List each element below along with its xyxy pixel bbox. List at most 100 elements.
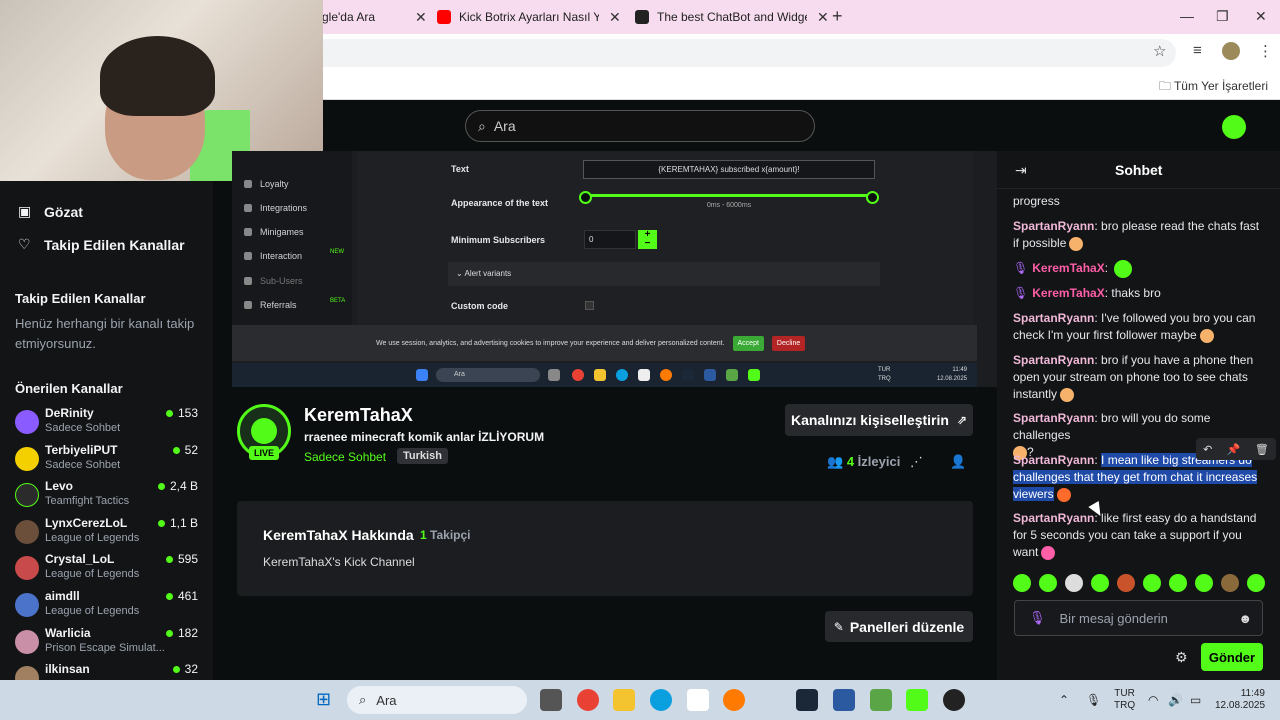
undo-icon[interactable]: ↶ xyxy=(1203,443,1212,456)
tab-label: gle'da Ara xyxy=(322,10,375,24)
chevron-up-icon[interactable]: ⌃ xyxy=(1059,693,1069,707)
emote-icon[interactable] xyxy=(1065,574,1083,592)
pin-icon[interactable]: 📌 xyxy=(1227,443,1241,456)
clock-time: 11:49 xyxy=(1240,688,1265,699)
channel-category: Sadece Sohbet xyxy=(45,459,121,471)
close-icon[interactable]: ✕ xyxy=(415,9,427,26)
emote-icon[interactable] xyxy=(1247,574,1265,592)
profile-avatar[interactable] xyxy=(1222,42,1240,60)
customize-label: Kanalınızı kişiselleştirin xyxy=(790,412,949,428)
edge-icon xyxy=(616,369,628,381)
address-bar[interactable] xyxy=(300,39,1176,67)
recommended-channel[interactable]: Levo Teamfight Tactics 2,4 B xyxy=(15,479,200,515)
file-explorer-icon[interactable] xyxy=(613,689,635,711)
chat-message: progress xyxy=(1013,193,1263,210)
notepad-icon[interactable] xyxy=(687,689,709,711)
new-tab-button[interactable]: + xyxy=(832,6,843,27)
volume-icon[interactable]: 🔊 xyxy=(1168,693,1183,707)
video-alert-variants: ⌄ Alert variants xyxy=(448,262,880,286)
mic-icon: 🎙 xyxy=(1013,286,1029,300)
pencil-icon: ✎ xyxy=(833,619,844,634)
channel-viewers: 32 xyxy=(173,662,198,676)
app-icon[interactable] xyxy=(833,689,855,711)
minecraft-icon[interactable] xyxy=(870,689,892,711)
minecraft-launcher-icon[interactable] xyxy=(906,689,928,711)
steam-icon[interactable] xyxy=(796,689,818,711)
emote-icon[interactable] xyxy=(1221,574,1239,592)
battery-icon[interactable]: ▭ xyxy=(1190,693,1201,707)
mic-icon: 🎙 xyxy=(1013,261,1029,276)
channel-category: League of Legends xyxy=(45,605,140,617)
firefox-icon xyxy=(660,369,672,381)
recommended-channel[interactable]: LynxCerezLoL League of Legends 1,1 B xyxy=(15,516,200,552)
chat-username[interactable]: KeremTahaX xyxy=(1032,261,1104,275)
taskbar-search[interactable]: ⌕ Ara xyxy=(347,686,527,714)
firefox-icon[interactable] xyxy=(723,689,745,711)
emote-icon[interactable] xyxy=(1169,574,1187,592)
media-icon[interactable]: ≡ xyxy=(1193,42,1202,59)
chat-username[interactable]: SpartanRyann xyxy=(1013,453,1094,467)
user-avatar[interactable] xyxy=(1222,115,1246,139)
gear-icon[interactable]: ⚙ xyxy=(1175,649,1188,666)
user-add-icon[interactable]: 👤 xyxy=(950,454,966,470)
obs-icon[interactable] xyxy=(943,689,965,711)
edit-panels-button[interactable]: ✎ Panelleri düzenle xyxy=(825,611,973,642)
chat-username[interactable]: SpartanRyann xyxy=(1013,219,1094,233)
recommended-channel[interactable]: Warlicia Prison Escape Simulat... 182 xyxy=(15,626,200,662)
recommended-channel[interactable]: Crystal_LoL League of Legends 595 xyxy=(15,552,200,588)
windows-start-icon[interactable]: ⊞ xyxy=(316,689,331,710)
video-taskbar: Ara TUR TRQ 11:49 12.08.2025 xyxy=(232,363,977,387)
customize-channel-button[interactable]: Kanalınızı kişiselleştirin ⇗ xyxy=(785,404,973,436)
mic-icon[interactable]: 🎙 xyxy=(1086,693,1101,707)
chat-username[interactable]: SpartanRyann xyxy=(1013,411,1094,425)
recommended-channel[interactable]: DeRinity Sadece Sohbet 153 xyxy=(15,406,200,442)
recommended-channel[interactable]: ilkinsan 32 xyxy=(15,662,200,680)
language-tag[interactable]: Turkish xyxy=(397,448,448,464)
trash-icon[interactable]: 🗑 xyxy=(1255,443,1269,456)
wifi-icon[interactable]: ◠ xyxy=(1148,693,1158,707)
tab-google[interactable]: gle'da Ara ✕ xyxy=(322,4,427,30)
emote-icon[interactable] xyxy=(1143,574,1161,592)
search-input[interactable]: ⌕ Ara xyxy=(465,110,815,142)
menu-dot-icon xyxy=(244,277,252,285)
close-icon[interactable]: ✕ xyxy=(609,9,621,26)
tab-botrix[interactable]: The best ChatBot and Widgets ✕ xyxy=(635,4,829,30)
channel-name: Levo xyxy=(45,479,74,493)
emote-icon[interactable] xyxy=(1195,574,1213,592)
chat-username[interactable]: KeremTahaX xyxy=(1032,286,1104,300)
task-view-icon[interactable] xyxy=(540,689,562,711)
followers-number: 1 xyxy=(420,528,427,542)
emote-icon[interactable] xyxy=(1039,574,1057,592)
chat-message-input[interactable]: 🎙 Bir mesaj gönderin ☻ xyxy=(1014,600,1263,636)
sidebar-item-browse[interactable]: ▣ Gözat xyxy=(18,203,83,220)
emote-icon[interactable] xyxy=(1117,574,1135,592)
sidebar-item-following[interactable]: ♡ Takip Edilen Kanallar xyxy=(18,236,185,253)
edge-icon[interactable] xyxy=(650,689,672,711)
maximize-icon[interactable]: ❐ xyxy=(1216,8,1229,25)
stream-category-link[interactable]: Sadece Sohbet xyxy=(304,450,386,464)
collapse-chat-icon[interactable]: ⇥ xyxy=(1015,162,1027,179)
channel-name: LynxCerezLoL xyxy=(45,516,128,530)
all-bookmarks[interactable]: 🗀 Tüm Yer İşaretleri xyxy=(1159,77,1268,98)
chat-username[interactable]: SpartanRyann xyxy=(1013,311,1094,325)
close-icon[interactable]: ✕ xyxy=(817,9,829,26)
taskbar-clock[interactable]: 11:49 12.08.2025 xyxy=(1215,688,1265,712)
recommended-channel[interactable]: aimdll League of Legends 461 xyxy=(15,589,200,625)
share-icon[interactable]: ⋰ xyxy=(910,454,923,470)
emote-icon[interactable] xyxy=(1091,574,1109,592)
emoji-picker-icon[interactable]: ☻ xyxy=(1238,611,1252,626)
chat-message-text: thaks bro xyxy=(1111,286,1161,300)
emote-icon[interactable] xyxy=(1013,574,1031,592)
recommended-channel[interactable]: TerbiyeliPUT Sadece Sohbet 52 xyxy=(15,443,200,479)
input-language[interactable]: TUR TRQ xyxy=(1114,688,1135,712)
channel-name: ilkinsan xyxy=(45,662,90,676)
minimize-icon[interactable]: — xyxy=(1180,8,1194,24)
chat-username[interactable]: SpartanRyann xyxy=(1013,353,1094,367)
chrome-icon[interactable] xyxy=(577,689,599,711)
chat-username[interactable]: SpartanRyann xyxy=(1013,511,1094,525)
send-button[interactable]: Gönder xyxy=(1201,643,1263,671)
tab-youtube[interactable]: Kick Botrix Ayarları Nasıl Yapılır ✕ xyxy=(437,4,621,30)
menu-icon[interactable]: ⋮ xyxy=(1258,42,1273,60)
star-icon[interactable]: ☆ xyxy=(1153,42,1166,60)
window-close-icon[interactable]: ✕ xyxy=(1255,8,1267,25)
